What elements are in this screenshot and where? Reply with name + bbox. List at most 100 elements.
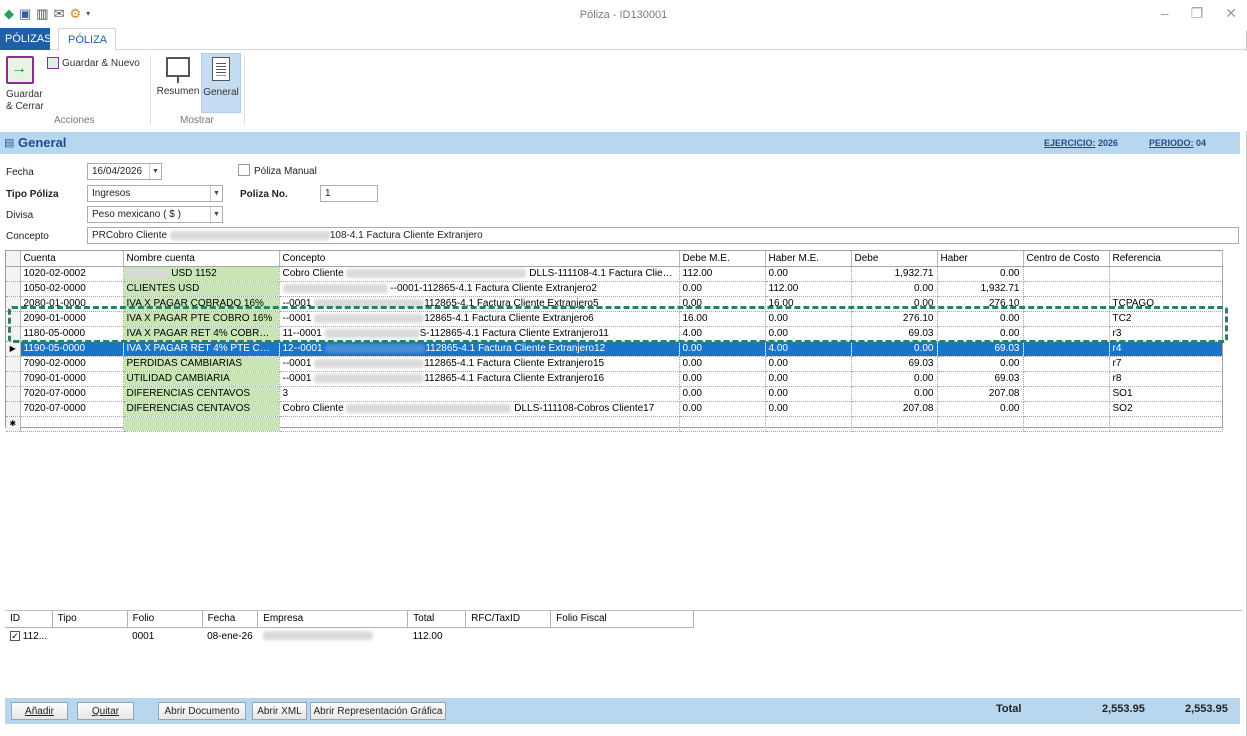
cell-debe[interactable]: 0.00 — [851, 296, 938, 312]
minimize-icon[interactable]: – — [1161, 5, 1169, 22]
cell-debe[interactable]: 69.03 — [851, 356, 938, 372]
col-id[interactable]: ID — [5, 611, 53, 628]
cell-concepto[interactable]: --0001-112865-4.1 Factura Cliente Extran… — [279, 281, 680, 297]
col-haber[interactable]: Haber — [937, 251, 1024, 267]
cell-debe-me[interactable]: 0.00 — [679, 296, 766, 312]
cell-debe[interactable]: 69.03 — [851, 326, 938, 342]
col-total[interactable]: Total — [407, 611, 467, 628]
table-row[interactable]: 1020-02-0002 USD 1152 Cobro Cliente DLLS… — [6, 266, 1223, 282]
resumen-button[interactable]: Resumen — [156, 55, 200, 97]
col-centro-costo[interactable]: Centro de Costo — [1023, 251, 1110, 267]
cell-cuenta[interactable]: 1020-02-0002 — [20, 266, 124, 282]
cell-referencia[interactable]: r8 — [1109, 371, 1223, 387]
cell-debe[interactable] — [851, 416, 938, 432]
cell-haber-me[interactable]: 0.00 — [765, 311, 852, 327]
cell-debe-me[interactable]: 4.00 — [679, 326, 766, 342]
cell-concepto[interactable]: 12--0001 112865-4.1 Factura Cliente Extr… — [279, 341, 680, 357]
cell-haber-me[interactable]: 16.00 — [765, 296, 852, 312]
concepto-field[interactable]: PRCobro Cliente 108-4.1 Factura Cliente … — [87, 227, 1239, 244]
cell-haber-me[interactable] — [765, 416, 852, 432]
col-referencia[interactable]: Referencia — [1109, 251, 1223, 267]
cell-haber[interactable]: 0.00 — [937, 266, 1024, 282]
cell-debe[interactable]: 0.00 — [851, 371, 938, 387]
cell-debe[interactable]: 0.00 — [851, 341, 938, 357]
cell-centro[interactable] — [1023, 341, 1110, 357]
cell-haber-me[interactable]: 0.00 — [765, 356, 852, 372]
cell-haber-me[interactable]: 0.00 — [765, 326, 852, 342]
col-debe[interactable]: Debe — [851, 251, 938, 267]
document-row[interactable]: ✓ 112... 0001 08-ene-26 112.00 — [5, 627, 694, 645]
table-row[interactable]: 2090-01-0000 IVA X PAGAR PTE COBRO 16% -… — [6, 311, 1223, 327]
cell-centro[interactable] — [1023, 326, 1110, 342]
cell-cuenta[interactable]: 7090-01-0000 — [20, 371, 124, 387]
cell-cuenta[interactable]: 7090-02-0000 — [20, 356, 124, 372]
cell-haber-me[interactable]: 0.00 — [765, 266, 852, 282]
cell-centro[interactable] — [1023, 416, 1110, 432]
cell-rfc[interactable] — [466, 627, 551, 645]
table-row[interactable]: 1050-02-0000 CLIENTES USD --0001-112865-… — [6, 281, 1223, 297]
cell-referencia[interactable] — [1109, 281, 1223, 297]
cell-debe-me[interactable]: 0.00 — [679, 281, 766, 297]
col-rfc[interactable]: RFC/TaxID — [465, 611, 552, 628]
cell-haber[interactable]: 0.00 — [937, 356, 1024, 372]
abrir-xml-button[interactable]: Abrir XML — [252, 702, 307, 720]
cell-tipo[interactable] — [52, 627, 127, 645]
cell-centro[interactable] — [1023, 401, 1110, 417]
cell-debe[interactable]: 0.00 — [851, 386, 938, 402]
cell-haber[interactable]: 0.00 — [937, 401, 1024, 417]
cell-referencia[interactable] — [1109, 416, 1223, 432]
cell-debe-me[interactable]: 0.00 — [679, 371, 766, 387]
cell-nombre[interactable]: UTILIDAD CAMBIARIA — [123, 371, 280, 387]
cell-cuenta[interactable]: 7020-07-0000 — [20, 401, 124, 417]
chevron-down-icon[interactable]: ▼ — [149, 164, 161, 179]
cell-nombre[interactable]: DIFERENCIAS CENTAVOS — [123, 386, 280, 402]
cell-debe-me[interactable]: 112.00 — [679, 266, 766, 282]
cell-nombre[interactable]: IVA X PAGAR COBRADO 16% — [123, 296, 280, 312]
table-row[interactable]: 7020-07-0000 DIFERENCIAS CENTAVOS 3 0.00… — [6, 386, 1223, 402]
poliza-no-field[interactable]: 1 — [320, 185, 378, 202]
abrir-documento-button[interactable]: Abrir Documento — [158, 702, 246, 720]
cell-concepto[interactable] — [279, 416, 680, 432]
cell-concepto[interactable]: 11--0001 S-112865-4.1 Factura Cliente Ex… — [279, 326, 680, 342]
cell-nombre[interactable]: CLIENTES USD — [123, 281, 280, 297]
cell-referencia[interactable]: r4 — [1109, 341, 1223, 357]
cell-nombre[interactable]: PERDIDAS CAMBIARIAS — [123, 356, 280, 372]
cell-centro[interactable] — [1023, 266, 1110, 282]
anadir-button[interactable]: Añadir — [11, 702, 68, 720]
cell-cuenta[interactable]: 7020-07-0000 — [20, 386, 124, 402]
col-nombre-cuenta[interactable]: Nombre cuenta — [123, 251, 280, 267]
tipo-poliza-select[interactable]: Ingresos ▼ — [87, 185, 223, 202]
chevron-down-icon[interactable]: ▼ — [210, 186, 222, 201]
close-icon[interactable]: ✕ — [1225, 5, 1237, 22]
cell-centro[interactable] — [1023, 281, 1110, 297]
cell-debe[interactable]: 207.08 — [851, 401, 938, 417]
cell-referencia[interactable]: r7 — [1109, 356, 1223, 372]
cell-cuenta[interactable] — [20, 416, 124, 432]
chevron-down-icon[interactable]: ▼ — [210, 207, 222, 222]
cell-referencia[interactable]: TCPAGO — [1109, 296, 1223, 312]
cell-cuenta[interactable]: 1180-05-0000 — [20, 326, 124, 342]
cell-cuenta[interactable]: 2090-01-0000 — [20, 311, 124, 327]
cell-haber[interactable]: 0.00 — [937, 326, 1024, 342]
table-row[interactable]: 7090-01-0000 UTILIDAD CAMBIARIA --0001 1… — [6, 371, 1223, 387]
quitar-button[interactable]: Quitar — [77, 702, 134, 720]
cell-debe[interactable]: 1,932.71 — [851, 266, 938, 282]
cell-referencia[interactable]: SO2 — [1109, 401, 1223, 417]
cell-haber[interactable]: 0.00 — [937, 311, 1024, 327]
cell-haber-me[interactable]: 112.00 — [765, 281, 852, 297]
cell-haber[interactable]: 69.03 — [937, 371, 1024, 387]
cell-centro[interactable] — [1023, 371, 1110, 387]
cell-nombre[interactable]: IVA X PAGAR PTE COBRO 16% — [123, 311, 280, 327]
col-empresa[interactable]: Empresa — [257, 611, 409, 628]
cell-haber[interactable] — [937, 416, 1024, 432]
cell-total[interactable]: 112.00 — [408, 627, 466, 645]
abrir-representacion-button[interactable]: Abrir Representación Gráfica — [310, 702, 446, 720]
cell-centro[interactable] — [1023, 386, 1110, 402]
divisa-select[interactable]: Peso mexicano ( $ ) ▼ — [87, 206, 223, 223]
col-fecha[interactable]: Fecha — [202, 611, 259, 628]
cell-folio[interactable]: 0001 — [127, 627, 202, 645]
cell-haber[interactable]: 1,932.71 — [937, 281, 1024, 297]
cell-haber-me[interactable]: 0.00 — [765, 371, 852, 387]
cell-concepto[interactable]: --0001 112865-4.1 Factura Cliente Extran… — [279, 371, 680, 387]
new-row[interactable]: ✱ — [6, 416, 1223, 432]
